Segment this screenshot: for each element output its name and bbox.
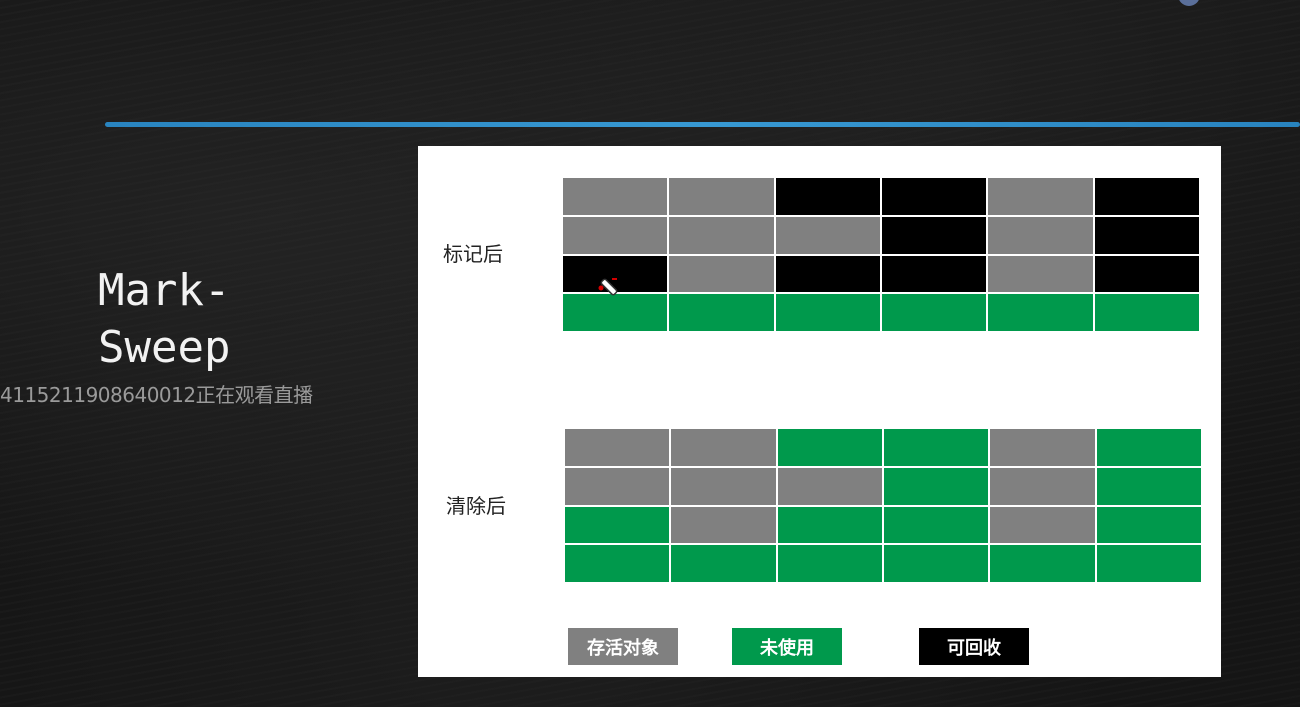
swept-block-free (1096, 467, 1201, 505)
swept-block-free (777, 545, 882, 582)
swept-block-free (884, 467, 989, 505)
swept-block-live (990, 429, 1095, 466)
swept-block-free (1096, 545, 1201, 582)
marked-block-free (882, 294, 987, 331)
swept-block-free (1096, 506, 1201, 544)
swept-block-free (777, 506, 882, 544)
marked-block-free (1094, 294, 1199, 331)
marked-block-reclaim (1094, 216, 1199, 254)
swept-block-free (990, 545, 1095, 582)
marked-label: 标记后 (443, 242, 503, 266)
header-divider (105, 122, 1300, 127)
swept-block-free (1096, 429, 1201, 466)
marked-block-live (775, 216, 880, 254)
title-line-1: Mark- (98, 265, 231, 316)
marked-block-reclaim (775, 255, 880, 293)
marked-block-reclaim (1094, 178, 1199, 215)
diagram-panel: 标记后 清除后 存活对象 未使用 可回收 (418, 146, 1221, 677)
viewer-notice: 4115211908640012正在观看直播 (0, 383, 313, 407)
legend-reclaim: 可回收 (919, 628, 1029, 665)
marked-block-reclaim (882, 178, 987, 215)
swept-heap-grid (565, 429, 1201, 582)
marked-block-live (669, 178, 774, 215)
marked-block-free (775, 294, 880, 331)
marked-block-reclaim (882, 216, 987, 254)
marked-block-live (988, 216, 1093, 254)
swept-block-live (671, 506, 776, 544)
swept-block-free (565, 506, 670, 544)
swept-block-free (671, 545, 776, 582)
swept-block-free (884, 506, 989, 544)
marked-block-live (563, 216, 668, 254)
swept-block-live (671, 429, 776, 466)
marked-block-live (563, 178, 668, 215)
swept-block-live (565, 429, 670, 466)
marked-block-live (988, 178, 1093, 215)
marked-block-live (988, 255, 1093, 293)
marked-block-reclaim (1094, 255, 1199, 293)
marked-block-free (669, 294, 774, 331)
marked-block-live (669, 216, 774, 254)
swept-block-live (990, 506, 1095, 544)
slide-title: Mark- Sweep (98, 262, 230, 376)
swept-block-free (565, 545, 670, 582)
swept-block-live (990, 467, 1095, 505)
marked-block-free (988, 294, 1093, 331)
swept-block-free (884, 545, 989, 582)
swept-block-live (671, 467, 776, 505)
pen-cursor-icon (598, 278, 618, 296)
swept-block-free (884, 429, 989, 466)
logo-icon (1178, 0, 1200, 6)
swept-block-live (777, 467, 882, 505)
marked-block-reclaim (775, 178, 880, 215)
title-line-2: Sweep (98, 322, 231, 373)
swept-block-live (565, 467, 670, 505)
legend-free: 未使用 (732, 628, 842, 665)
marked-block-reclaim (882, 255, 987, 293)
marked-block-free (563, 294, 668, 331)
legend-live: 存活对象 (568, 628, 678, 665)
swept-block-free (777, 429, 882, 466)
marked-heap-grid (563, 178, 1199, 331)
swept-label: 清除后 (446, 494, 506, 518)
marked-block-live (669, 255, 774, 293)
